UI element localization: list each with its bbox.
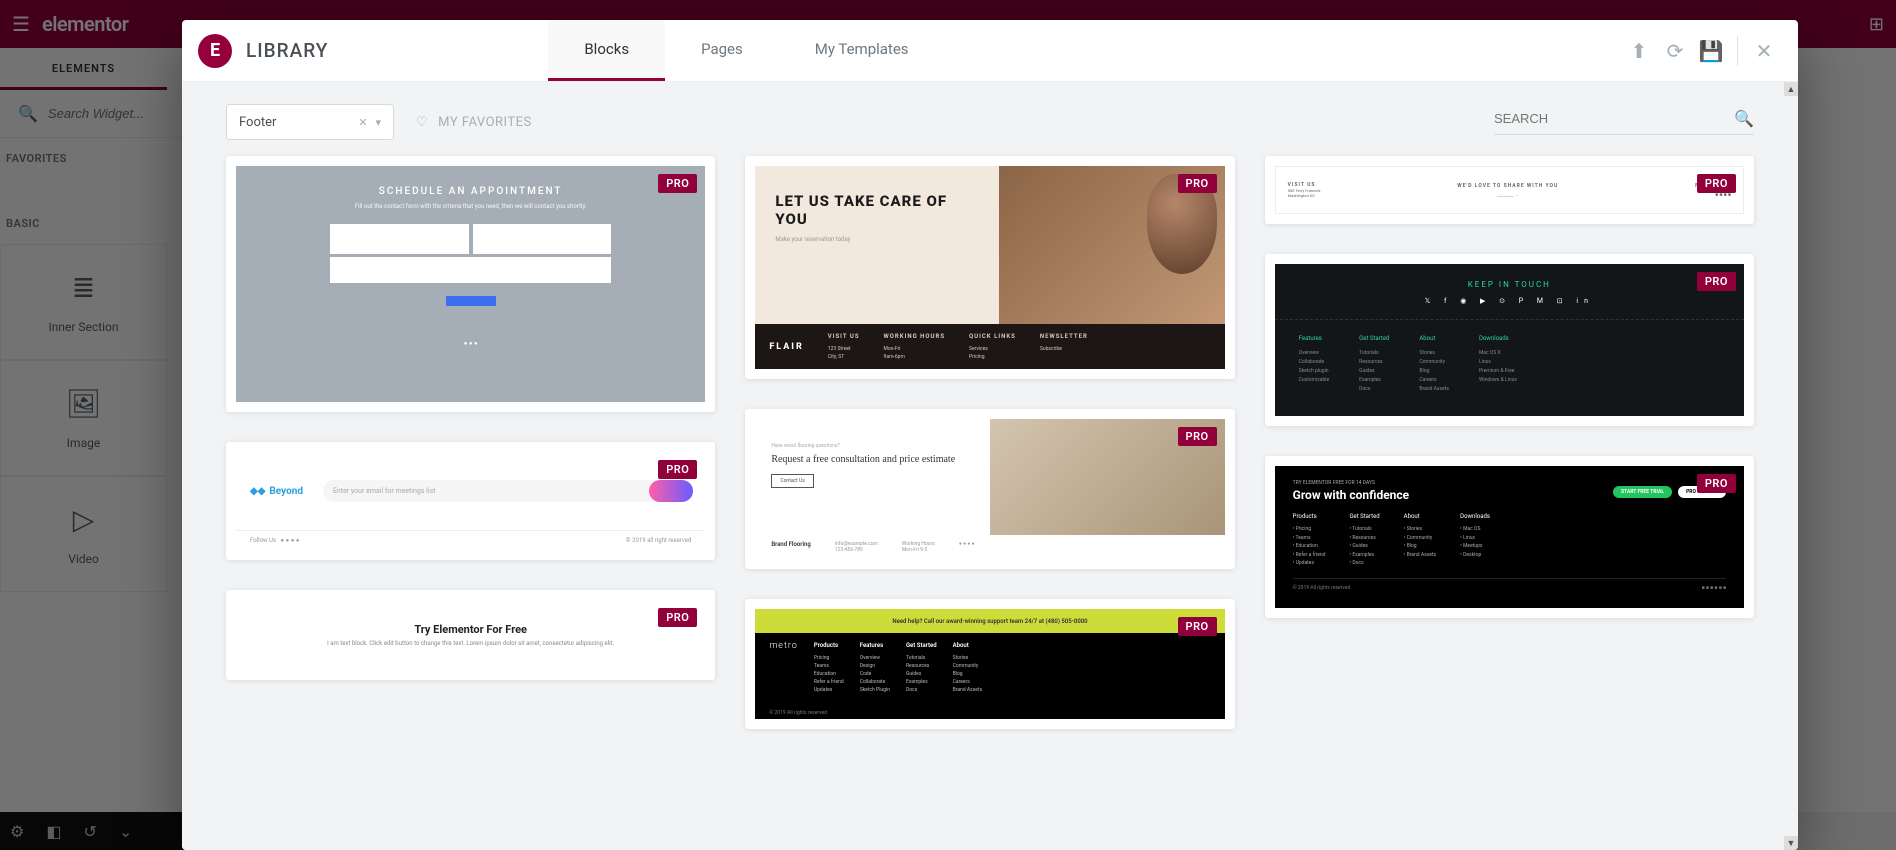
template-card[interactable]: PRO TRY ELEMENTOR FREE FOR 14 DAYS Grow … (1265, 456, 1754, 618)
elementor-logo-icon: E (198, 34, 232, 68)
template-card[interactable]: PRO SCHEDULE AN APPOINTMENT Fill out the… (226, 156, 715, 412)
tab-blocks[interactable]: Blocks (548, 20, 665, 81)
pro-badge: PRO (1178, 174, 1217, 193)
template-thumbnail: VISIT US500 Terry FrancoisWashington DC … (1275, 166, 1744, 214)
template-card[interactable]: PRO LET US TAKE CARE OF YOU Make your re… (745, 156, 1234, 379)
pro-badge: PRO (1178, 427, 1217, 446)
library-body[interactable]: Footer ✕ ▾ ♡ MY FAVORITES 🔍 PRO (182, 82, 1798, 850)
my-favorites-toggle[interactable]: ♡ MY FAVORITES (416, 115, 532, 130)
category-select[interactable]: Footer ✕ ▾ (226, 104, 394, 140)
pro-badge: PRO (658, 174, 697, 193)
heart-icon: ♡ (416, 115, 428, 130)
tab-my-templates[interactable]: My Templates (779, 20, 945, 81)
template-card[interactable]: PRO Try Elementor For Free I am text blo… (226, 590, 715, 680)
template-card[interactable]: PRO VISIT US500 Terry FrancoisWashington… (1265, 156, 1754, 224)
template-card[interactable]: PRO KEEP IN TOUCH 𝕏 f ◉ ▶ ⊙ P M ⊡ in Fea… (1265, 254, 1754, 426)
library-search-input[interactable] (1494, 111, 1734, 126)
template-card[interactable]: PRO ◆◆ Beyond Enter your email for meeti… (226, 442, 715, 560)
sync-icon[interactable]: ⟳ (1657, 33, 1693, 69)
library-tabs: Blocks Pages My Templates (548, 20, 944, 81)
chevron-down-icon[interactable]: ▾ (375, 116, 381, 129)
close-icon[interactable]: ✕ (1746, 33, 1782, 69)
my-favorites-label: MY FAVORITES (438, 115, 532, 130)
pro-badge: PRO (658, 608, 697, 627)
template-thumbnail: SCHEDULE AN APPOINTMENT Fill out the con… (236, 166, 705, 402)
library-title: LIBRARY (246, 39, 328, 62)
category-select-value: Footer (239, 115, 276, 130)
pro-badge: PRO (1178, 617, 1217, 636)
import-icon[interactable]: ⬆ (1621, 33, 1657, 69)
header-divider (1737, 36, 1738, 66)
pro-badge: PRO (658, 460, 697, 479)
clear-filter-icon[interactable]: ✕ (358, 116, 367, 129)
template-thumbnail: Have wood flooring questions? Request a … (755, 419, 1224, 559)
template-card[interactable]: PRO Need help? Call our award-winning su… (745, 599, 1234, 729)
tab-pages[interactable]: Pages (665, 20, 779, 81)
save-icon[interactable]: 💾 (1693, 33, 1729, 69)
template-thumbnail: TRY ELEMENTOR FREE FOR 14 DAYS Grow with… (1275, 466, 1744, 608)
library-search: 🔍 (1494, 109, 1754, 135)
scroll-down-icon[interactable]: ▼ (1784, 836, 1798, 850)
library-modal: E LIBRARY Blocks Pages My Templates ⬆ ⟳ … (182, 20, 1798, 850)
scroll-up-icon[interactable]: ▲ (1784, 82, 1798, 96)
template-thumbnail: LET US TAKE CARE OF YOU Make your reserv… (755, 166, 1224, 369)
template-thumbnail: KEEP IN TOUCH 𝕏 f ◉ ▶ ⊙ P M ⊡ in Feature… (1275, 264, 1744, 416)
pro-badge: PRO (1697, 272, 1736, 291)
pro-badge: PRO (1697, 174, 1736, 193)
template-grid: PRO SCHEDULE AN APPOINTMENT Fill out the… (182, 156, 1798, 769)
template-thumbnail: Need help? Call our award-winning suppor… (755, 609, 1224, 719)
template-thumbnail: Try Elementor For Free I am text block. … (236, 600, 705, 670)
template-thumbnail: ◆◆ Beyond Enter your email for meetings … (236, 452, 705, 550)
pro-badge: PRO (1697, 474, 1736, 493)
search-icon[interactable]: 🔍 (1734, 109, 1754, 128)
template-card[interactable]: PRO Have wood flooring questions? Reques… (745, 409, 1234, 569)
filter-bar: Footer ✕ ▾ ♡ MY FAVORITES 🔍 (182, 82, 1798, 156)
library-header: E LIBRARY Blocks Pages My Templates ⬆ ⟳ … (182, 20, 1798, 82)
